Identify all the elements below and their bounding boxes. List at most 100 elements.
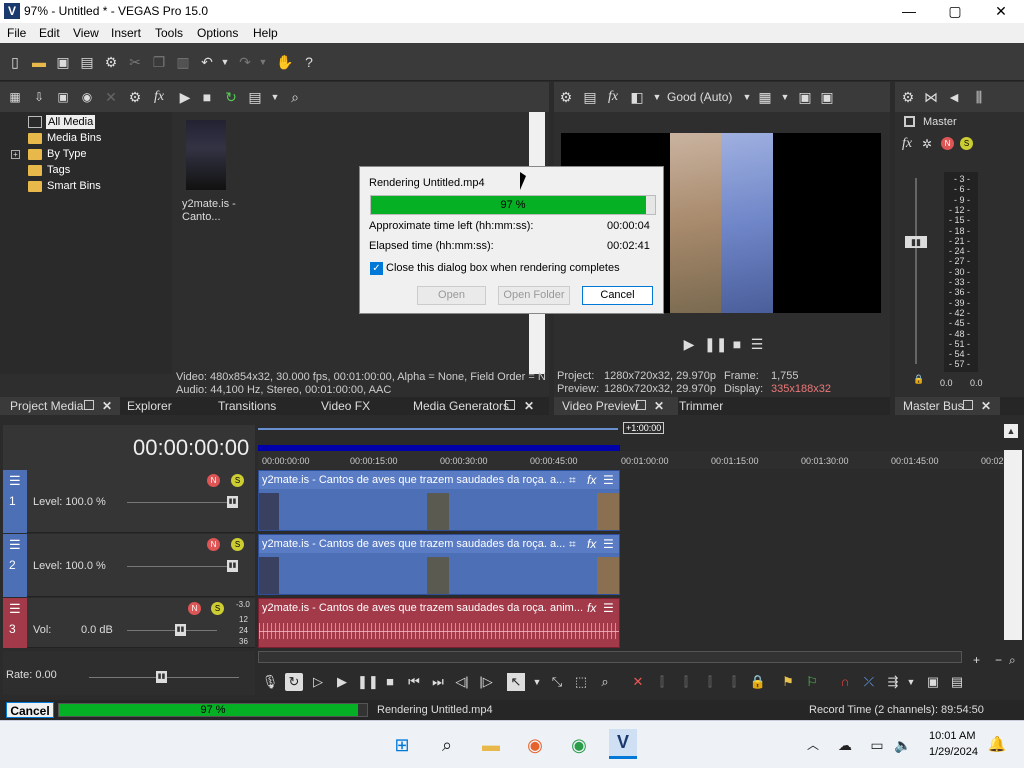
ignore-grouping-icon[interactable]: ▤ bbox=[948, 673, 966, 691]
lock-icon[interactable]: 🔒 bbox=[749, 673, 767, 691]
zoom-tool-icon[interactable]: ⌕ bbox=[596, 673, 614, 691]
auto-preview-icon[interactable]: ↻ bbox=[222, 88, 240, 106]
rate-slider-handle[interactable]: ▮▮ bbox=[156, 671, 167, 683]
close-tab-icon[interactable]: ✕ bbox=[981, 399, 991, 413]
tab-media-generators[interactable]: Media Generators bbox=[413, 399, 509, 413]
clip-menu-icon[interactable]: ☰ bbox=[603, 601, 614, 615]
menu-options[interactable]: Options bbox=[197, 26, 238, 40]
preview-play-icon[interactable]: ▶ bbox=[680, 335, 698, 353]
maximize-button[interactable]: ▢ bbox=[932, 0, 978, 23]
solo-icon[interactable]: S bbox=[231, 474, 244, 487]
dim-icon[interactable]: ◄ bbox=[945, 88, 963, 106]
redo-icon[interactable]: ↷ bbox=[236, 53, 254, 71]
edit-tool-dropdown-icon[interactable]: ▼ bbox=[528, 673, 546, 691]
import-media-icon[interactable]: ⇩ bbox=[30, 88, 48, 106]
maximize-tab-icon[interactable] bbox=[84, 400, 94, 410]
undo-dropdown-icon[interactable]: ▼ bbox=[216, 53, 234, 71]
preview-menu-icon[interactable]: ☰ bbox=[748, 335, 766, 353]
volume-icon[interactable]: 🔈 bbox=[890, 732, 916, 758]
auto-crossfade-icon[interactable]: ⤫ bbox=[860, 673, 878, 691]
close-tab-icon[interactable]: ✕ bbox=[654, 399, 664, 413]
preview-device-icon[interactable]: ▤ bbox=[581, 88, 599, 106]
pause-icon[interactable]: ❚❚ bbox=[357, 673, 379, 691]
tree-by-type[interactable]: By Type bbox=[47, 147, 87, 161]
mixer-icon[interactable]: ⫼ bbox=[970, 88, 988, 106]
track-menu-icon[interactable]: ☰ bbox=[9, 537, 21, 553]
marker-icon[interactable]: ⚑ bbox=[779, 673, 797, 691]
close-when-done-checkbox[interactable]: ✓ bbox=[370, 262, 383, 275]
tab-video-preview[interactable]: Video Preview bbox=[562, 399, 639, 413]
settings-gear-icon[interactable]: ⚙ bbox=[102, 53, 120, 71]
menu-help[interactable]: Help bbox=[253, 26, 278, 40]
split-screen-icon[interactable]: ◧ bbox=[628, 88, 646, 106]
paste-icon[interactable]: ▥ bbox=[174, 53, 192, 71]
status-cancel-button[interactable]: Cancel bbox=[6, 702, 54, 718]
preview-fx-icon[interactable]: fx bbox=[604, 88, 622, 106]
media-view-icon[interactable]: ▦ bbox=[6, 88, 24, 106]
expand-icon[interactable]: + bbox=[11, 150, 20, 159]
preview-stop-icon[interactable]: ■ bbox=[728, 335, 746, 353]
lock-envelopes-icon[interactable]: ▣ bbox=[924, 673, 942, 691]
split-icon[interactable]: ⫿ bbox=[725, 673, 743, 691]
stop-icon[interactable]: ■ bbox=[381, 673, 399, 691]
capture-icon[interactable]: ▣ bbox=[54, 88, 72, 106]
tree-smart-bins[interactable]: Smart Bins bbox=[47, 179, 101, 193]
chrome-icon[interactable]: ◉ bbox=[566, 732, 592, 758]
track-menu-icon[interactable]: ☰ bbox=[9, 473, 21, 489]
track-header-3[interactable]: ☰ 3 N S Vol: 0.0 dB ▮▮ -3.0 12 24 36 bbox=[3, 598, 255, 648]
tab-explorer[interactable]: Explorer bbox=[127, 399, 172, 413]
clip-fx-icon[interactable]: fx bbox=[587, 601, 596, 615]
master-fader-handle[interactable]: ▮▮ bbox=[905, 236, 927, 248]
minimize-button[interactable]: — bbox=[886, 0, 932, 23]
copy-snapshot-icon[interactable]: ▣ bbox=[796, 88, 814, 106]
maximize-tab-icon[interactable] bbox=[963, 400, 973, 410]
menu-tools[interactable]: Tools bbox=[155, 26, 183, 40]
file-explorer-icon[interactable]: ▬ bbox=[478, 732, 504, 758]
open-folder-button[interactable]: Open Folder bbox=[498, 286, 570, 305]
trim-start-icon[interactable]: ⫿ bbox=[677, 673, 695, 691]
region-icon[interactable]: ⚐ bbox=[803, 673, 821, 691]
auto-ripple-icon[interactable]: ⇶ bbox=[884, 673, 902, 691]
timeline-vscroll[interactable] bbox=[1004, 450, 1022, 640]
track-header-2[interactable]: ☰ 2 N S Level: 100.0 % ▮▮ bbox=[3, 534, 255, 597]
downmix-icon[interactable]: ⋈ bbox=[922, 88, 940, 106]
display-icon[interactable]: ▭ bbox=[864, 732, 890, 758]
help-icon[interactable]: ? bbox=[300, 53, 318, 71]
video-clip-2[interactable]: y2mate.is - Cantos de aves que trazem sa… bbox=[258, 534, 620, 595]
stop-media-icon[interactable]: ■ bbox=[198, 88, 216, 106]
zoom-out-horizontal-icon[interactable]: − bbox=[995, 653, 1002, 667]
audio-clip[interactable]: y2mate.is - Cantos de aves que trazem sa… bbox=[258, 598, 620, 648]
mute-icon[interactable]: N bbox=[188, 602, 201, 615]
search-media-icon[interactable]: ⌕ bbox=[286, 88, 304, 106]
new-file-icon[interactable]: ▯ bbox=[6, 53, 24, 71]
views-icon[interactable]: ▤ bbox=[246, 88, 264, 106]
network-icon[interactable]: ☁ bbox=[832, 732, 858, 758]
menu-insert[interactable]: Insert bbox=[111, 26, 141, 40]
save-icon[interactable]: ▣ bbox=[54, 53, 72, 71]
redo-dropdown-icon[interactable]: ▼ bbox=[254, 53, 272, 71]
menu-file[interactable]: File bbox=[7, 26, 26, 40]
firefox-icon[interactable]: ◉ bbox=[522, 732, 548, 758]
mute-icon[interactable]: N bbox=[207, 538, 220, 551]
solo-icon[interactable]: S bbox=[211, 602, 224, 615]
solo-icon[interactable]: S bbox=[231, 538, 244, 551]
tree-tags[interactable]: Tags bbox=[47, 163, 70, 177]
cut-icon[interactable]: ✂ bbox=[126, 53, 144, 71]
undo-icon[interactable]: ↶ bbox=[198, 53, 216, 71]
preview-settings-icon[interactable]: ⚙ bbox=[557, 88, 575, 106]
clip-menu-icon[interactable]: ☰ bbox=[603, 473, 614, 487]
master-gear-icon[interactable]: ✲ bbox=[922, 137, 932, 151]
cancel-render-button[interactable]: Cancel bbox=[582, 286, 653, 305]
views-dropdown-icon[interactable]: ▼ bbox=[266, 88, 284, 106]
crop-icon[interactable]: ⌗ bbox=[569, 473, 576, 488]
search-icon[interactable]: ⌕ bbox=[434, 732, 460, 758]
remove-media-icon[interactable]: ✕ bbox=[102, 88, 120, 106]
tab-transitions[interactable]: Transitions bbox=[218, 399, 276, 413]
zoom-tool-small-icon[interactable]: ⌕ bbox=[1009, 653, 1016, 668]
delete-icon[interactable]: ✕ bbox=[629, 673, 647, 691]
mute-icon[interactable]: N bbox=[941, 137, 954, 150]
loop-region-bar[interactable] bbox=[258, 428, 618, 430]
ripple-dropdown-icon[interactable]: ▼ bbox=[902, 673, 920, 691]
clip-fx-icon[interactable]: fx bbox=[587, 473, 596, 487]
master-checkbox[interactable] bbox=[904, 116, 915, 127]
